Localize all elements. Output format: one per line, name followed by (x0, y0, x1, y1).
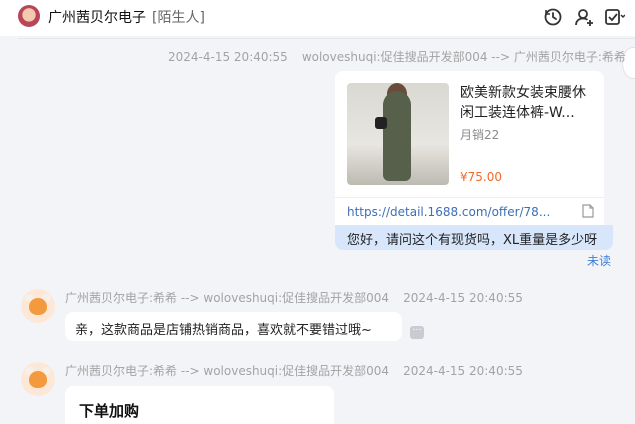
cow-avatar[interactable] (21, 289, 55, 323)
product-title[interactable]: 欧美新款女装束腰休闲工装连体裤-W... (460, 83, 594, 123)
message-time: 2024-4-15 20:40:55 (403, 364, 523, 378)
shop-name: 广州茜贝尔电子 (48, 10, 146, 26)
shop-avatar[interactable] (18, 5, 40, 27)
message-route: 广州茜贝尔电子:希希 --> woloveshuqi:促佳搜品开发部004 (65, 291, 390, 305)
order-card-title: 下单加购 (79, 402, 140, 420)
message-time: 2024-4-15 20:40:55 (168, 50, 288, 64)
outgoing-message-bubble[interactable]: 您好，请问这个有现货吗，XL重量是多少呀 (335, 225, 613, 250)
chat-header: 广州茜贝尔电子 [陌生人] (0, 0, 635, 36)
order-card[interactable]: 下单加购 (65, 386, 334, 424)
incoming-message-text: 亲，这款商品是店铺热销商品，喜欢就不要错过哦~ (75, 323, 372, 338)
document-icon[interactable] (582, 204, 594, 218)
incoming-message-bubble[interactable]: 亲，这款商品是店铺热销商品，喜欢就不要错过哦~ (65, 312, 402, 341)
checklist-icon[interactable] (603, 6, 625, 28)
add-contact-icon[interactable] (573, 6, 595, 28)
message-route: 广州茜贝尔电子:希希 --> woloveshuqi:促佳搜品开发部004 (65, 364, 390, 378)
message-route: woloveshuqi:促佳搜品开发部004 --> 广州茜贝尔电子:希希 (301, 50, 626, 64)
outgoing-message-text: 您好，请问这个有现货吗，XL重量是多少呀 (347, 233, 598, 248)
message-meta: 2024-4-15 20:40:55 woloveshuqi:促佳搜品开发部004… (168, 48, 626, 65)
read-status: 未读 (587, 254, 612, 268)
card-divider (335, 197, 604, 198)
product-link[interactable]: https://detail.1688.com/offer/78... (347, 205, 550, 219)
product-price: ¥75.00 (460, 170, 502, 184)
product-thumbnail[interactable] (347, 83, 449, 185)
message-time: 2024-4-15 20:40:55 (403, 291, 523, 305)
product-sales: 月销22 (460, 128, 500, 142)
cow-avatar[interactable] (21, 362, 55, 396)
chat-title: 广州茜贝尔电子 [陌生人] (48, 7, 205, 27)
message-meta: 广州茜贝尔电子:希希 --> woloveshuqi:促佳搜品开发部004 202… (65, 362, 523, 379)
more-options-button[interactable]: ··· (410, 326, 424, 339)
product-card[interactable]: 欧美新款女装束腰休闲工装连体裤-W... 月销22 ¥75.00 https:/… (335, 71, 604, 231)
header-divider (18, 38, 635, 39)
history-icon[interactable] (542, 6, 564, 28)
message-meta: 广州茜贝尔电子:希希 --> woloveshuqi:促佳搜品开发部004 202… (65, 289, 523, 306)
stranger-tag: [陌生人] (152, 10, 205, 26)
